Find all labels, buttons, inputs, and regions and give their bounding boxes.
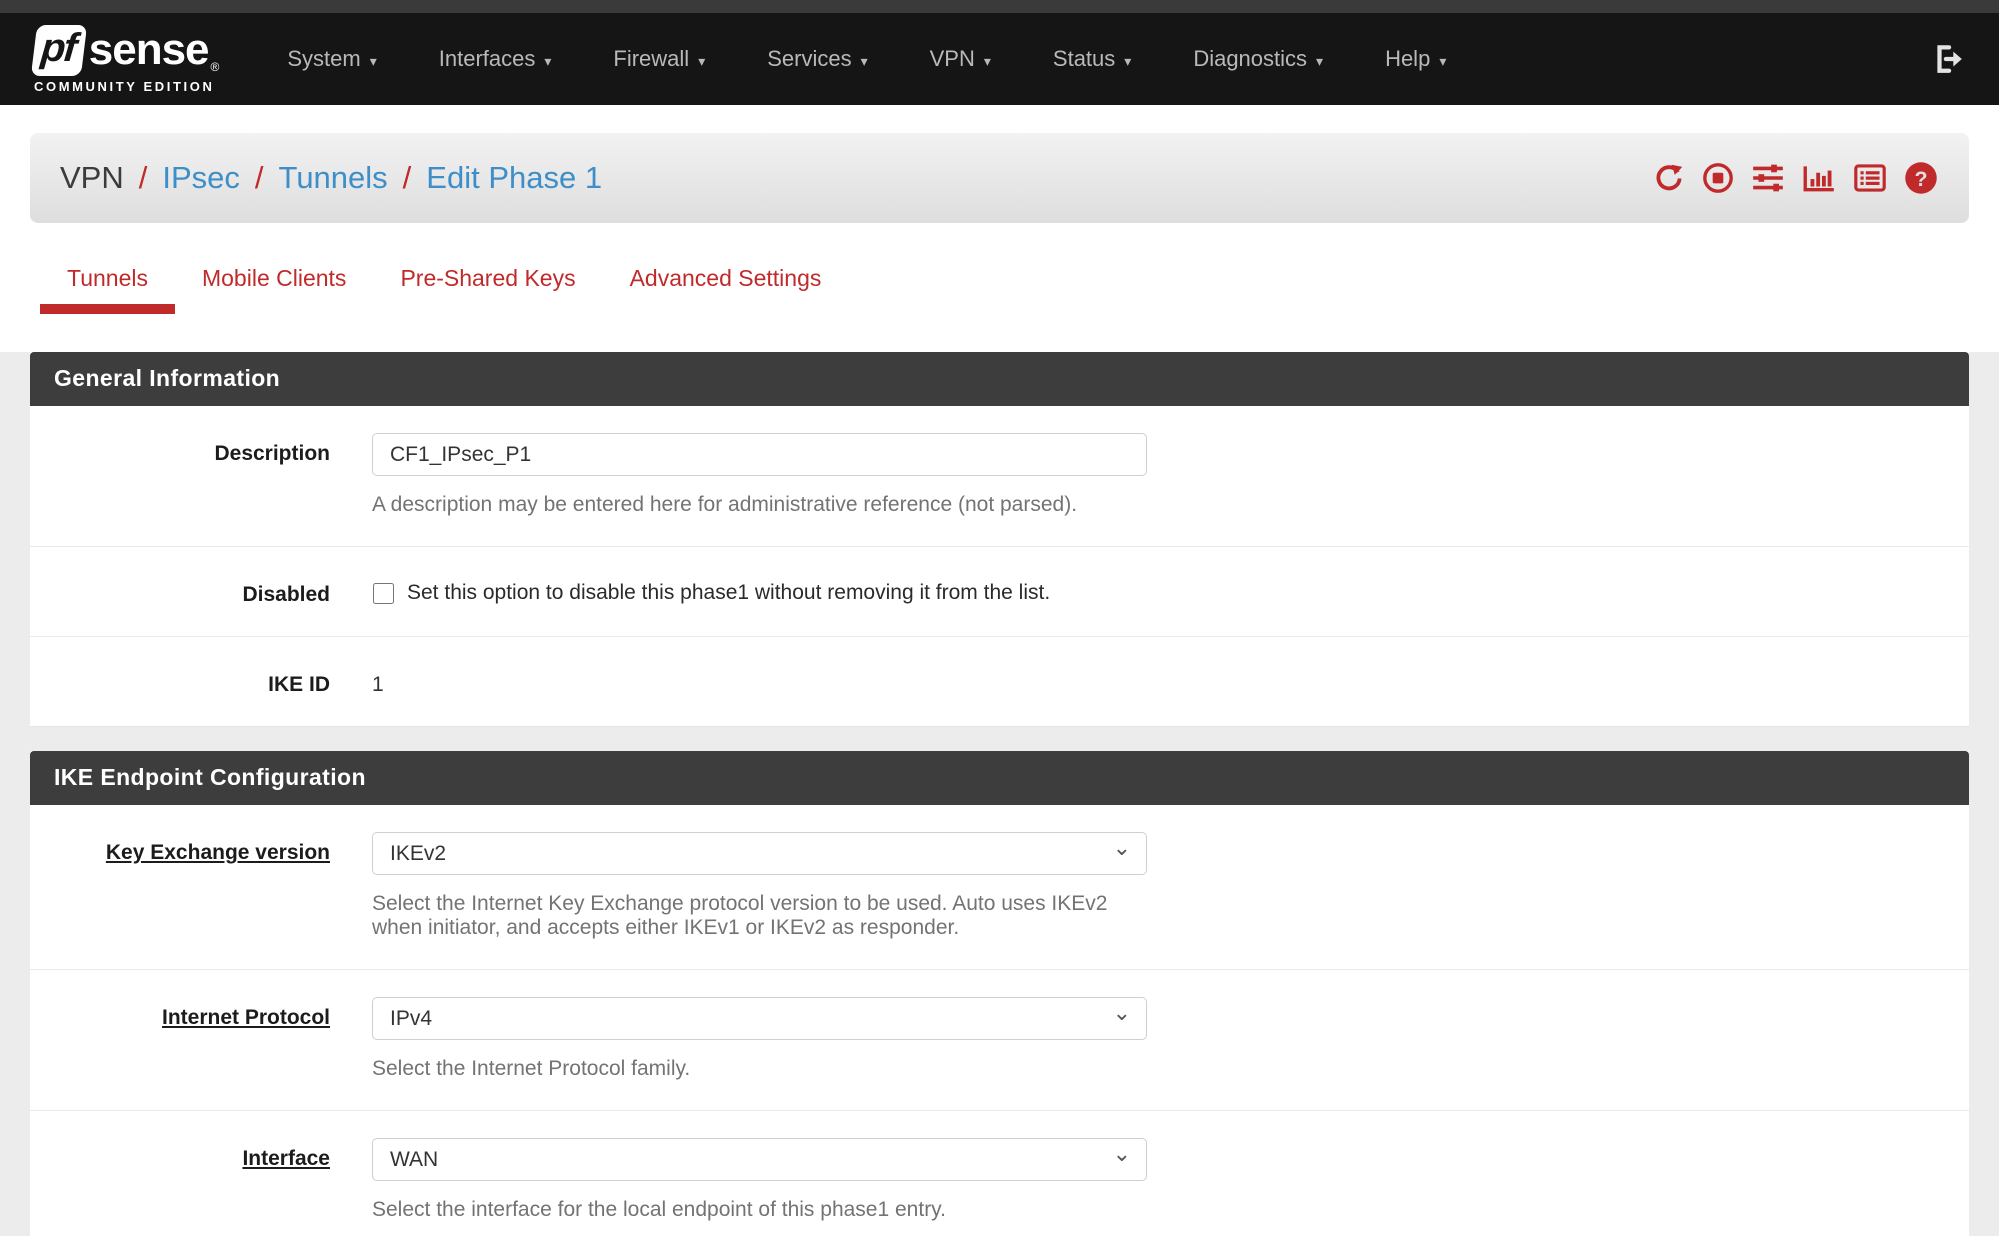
- breadcrumb-separator: /: [403, 160, 412, 196]
- interface-help: Select the interface for the local endpo…: [372, 1198, 1147, 1222]
- internet-protocol-label: Internet Protocol: [162, 1006, 330, 1029]
- chevron-down-icon: ▾: [984, 51, 991, 68]
- breadcrumb-link-tunnels[interactable]: Tunnels: [279, 160, 388, 196]
- nav-item-help[interactable]: Help▾: [1385, 46, 1446, 72]
- form-row-description: Description A description may be entered…: [30, 406, 1969, 547]
- window-top-strip: [0, 0, 1999, 13]
- registered-mark: ®: [211, 60, 220, 74]
- page-tabs: Tunnels Mobile Clients Pre-Shared Keys A…: [40, 265, 1969, 314]
- ike-id-value: 1: [372, 664, 1147, 697]
- chevron-down-icon: ▾: [861, 51, 868, 68]
- form-row-interface: Interface WAN ⌄ Select the interface for…: [30, 1111, 1969, 1236]
- breadcrumb-link-edit-phase1[interactable]: Edit Phase 1: [426, 160, 602, 196]
- tab-advanced-settings[interactable]: Advanced Settings: [603, 265, 849, 314]
- sign-out-icon[interactable]: [1931, 42, 1965, 76]
- key-exchange-version-help: Select the Internet Key Exchange protoco…: [372, 892, 1147, 940]
- breadcrumb-separator: /: [255, 160, 264, 196]
- disabled-label: Disabled: [242, 583, 330, 606]
- nav-item-system[interactable]: System▾: [287, 46, 376, 72]
- disabled-checkbox-label: Set this option to disable this phase1 w…: [407, 581, 1050, 605]
- list-icon[interactable]: [1852, 161, 1888, 195]
- breadcrumb-bar: VPN / IPsec / Tunnels / Edit Phase 1: [30, 133, 1969, 223]
- panel-title: IKE Endpoint Configuration: [30, 751, 1969, 805]
- chevron-down-icon: ▾: [698, 51, 705, 68]
- panel-title: General Information: [30, 352, 1969, 406]
- form-row-internet-protocol: Internet Protocol IPv4 ⌄ Select the Inte…: [30, 970, 1969, 1111]
- breadcrumb-root: VPN: [60, 160, 124, 196]
- description-input[interactable]: [372, 433, 1147, 476]
- sliders-icon[interactable]: [1750, 161, 1786, 195]
- bar-chart-icon[interactable]: [1801, 161, 1837, 195]
- navbar-menu: System▾ Interfaces▾ Firewall▾ Services▾ …: [287, 46, 1446, 72]
- help-circle-icon[interactable]: ?: [1903, 160, 1939, 196]
- internet-protocol-select[interactable]: IPv4 ⌄: [372, 997, 1147, 1040]
- key-exchange-version-label: Key Exchange version: [106, 841, 330, 864]
- description-help: A description may be entered here for ad…: [372, 493, 1147, 517]
- internet-protocol-help: Select the Internet Protocol family.: [372, 1057, 1147, 1081]
- breadcrumb-separator: /: [139, 160, 148, 196]
- ike-id-label: IKE ID: [268, 673, 330, 696]
- form-row-key-exchange-version: Key Exchange version IKEv2 ⌄ Select the …: [30, 805, 1969, 970]
- select-chevron-icon: ⌄: [1113, 835, 1131, 861]
- chevron-down-icon: ▾: [1316, 51, 1323, 68]
- page-action-icons: ?: [1652, 160, 1939, 196]
- breadcrumb: VPN / IPsec / Tunnels / Edit Phase 1: [60, 160, 602, 196]
- form-row-disabled: Disabled Set this option to disable this…: [30, 547, 1969, 637]
- interface-select[interactable]: WAN ⌄: [372, 1138, 1147, 1181]
- nav-item-services[interactable]: Services▾: [767, 46, 867, 72]
- svg-text:?: ?: [1914, 167, 1927, 191]
- tab-pre-shared-keys[interactable]: Pre-Shared Keys: [373, 265, 602, 314]
- nav-item-status[interactable]: Status▾: [1053, 46, 1131, 72]
- select-chevron-icon: ⌄: [1113, 1000, 1131, 1026]
- nav-item-interfaces[interactable]: Interfaces▾: [439, 46, 552, 72]
- logo-subtitle: COMMUNITY EDITION: [34, 79, 219, 94]
- pf-logo-tile: pf: [31, 25, 87, 76]
- panel-ike-endpoint-configuration: IKE Endpoint Configuration Key Exchange …: [30, 751, 1969, 1236]
- chevron-down-icon: ▾: [1439, 51, 1446, 68]
- tab-tunnels[interactable]: Tunnels: [40, 265, 175, 314]
- description-label: Description: [214, 442, 330, 465]
- select-chevron-icon: ⌄: [1113, 1141, 1131, 1167]
- pfsense-logo[interactable]: pf sense ® COMMUNITY EDITION: [34, 25, 219, 94]
- form-row-ike-id: IKE ID 1: [30, 637, 1969, 727]
- main-navbar: pf sense ® COMMUNITY EDITION System▾ Int…: [0, 13, 1999, 105]
- stop-circle-icon[interactable]: [1701, 161, 1735, 195]
- nav-item-vpn[interactable]: VPN▾: [930, 46, 991, 72]
- interface-label: Interface: [242, 1147, 330, 1170]
- breadcrumb-link-ipsec[interactable]: IPsec: [162, 160, 240, 196]
- key-exchange-version-select[interactable]: IKEv2 ⌄: [372, 832, 1147, 875]
- nav-item-firewall[interactable]: Firewall▾: [613, 46, 705, 72]
- panel-general-information: General Information Description A descri…: [30, 352, 1969, 727]
- chevron-down-icon: ▾: [1124, 51, 1131, 68]
- tab-mobile-clients[interactable]: Mobile Clients: [175, 265, 373, 314]
- nav-item-diagnostics[interactable]: Diagnostics▾: [1193, 46, 1323, 72]
- refresh-icon[interactable]: [1652, 161, 1686, 195]
- chevron-down-icon: ▾: [544, 51, 551, 68]
- disabled-checkbox[interactable]: [373, 583, 394, 604]
- chevron-down-icon: ▾: [370, 51, 377, 68]
- logo-sense-text: sense: [89, 28, 209, 72]
- form-panels: General Information Description A descri…: [0, 352, 1999, 1236]
